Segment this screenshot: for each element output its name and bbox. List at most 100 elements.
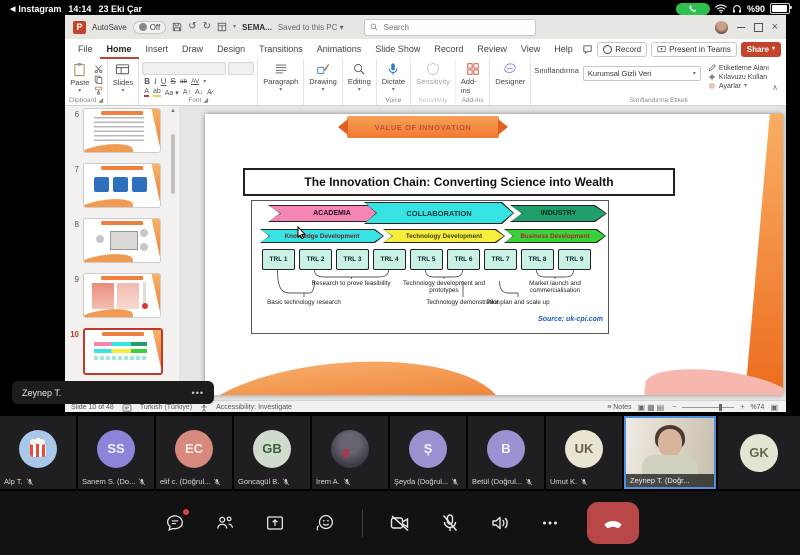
zoom-slider-thumb[interactable]	[719, 404, 722, 411]
tab-review[interactable]: Review	[470, 40, 514, 59]
classification-select[interactable]: Kurumsal Gizli Veri▾	[583, 66, 701, 81]
font-size-select[interactable]	[228, 62, 254, 75]
active-call-pill[interactable]	[676, 3, 710, 15]
notes-toggle[interactable]: ≡ Notes	[607, 404, 631, 411]
use-guide-button[interactable]: Kılavuzu Kullan	[708, 73, 769, 81]
minimize-button[interactable]	[737, 27, 745, 28]
tab-insert[interactable]: Insert	[139, 40, 176, 59]
editing-button[interactable]: Editing▾	[346, 62, 373, 93]
dictate-button[interactable]: Dictate▾	[380, 62, 407, 93]
saved-status[interactable]: Saved to this PC ▾	[278, 23, 344, 32]
document-title[interactable]: SEMA...	[242, 23, 272, 32]
search-input[interactable]	[382, 22, 506, 33]
subscript-button[interactable]: ab	[180, 78, 187, 85]
participant-tile[interactable]: B Betül (Doğrul...	[468, 416, 544, 489]
thumbnail-slide-6[interactable]: 6	[69, 108, 161, 153]
presenter-more-icon[interactable]: •••	[192, 388, 204, 398]
zoom-in-button[interactable]: +	[740, 404, 744, 411]
copy-icon[interactable]	[94, 75, 103, 84]
tab-animations[interactable]: Animations	[310, 40, 369, 59]
slides-button[interactable]: Slides▾	[111, 62, 135, 94]
participant-tile[interactable]: UK Umut K.	[546, 416, 622, 489]
italic-button[interactable]: I	[154, 77, 157, 86]
save-icon[interactable]	[172, 22, 182, 32]
zoom-slider[interactable]	[682, 407, 734, 408]
record-button[interactable]: Record	[597, 42, 647, 57]
participant-tile[interactable]: İrem A.	[312, 416, 388, 489]
tab-view[interactable]: View	[514, 40, 547, 59]
format-painter-icon[interactable]	[94, 86, 103, 95]
undo-icon[interactable]: ↺	[188, 22, 196, 32]
speaker-button[interactable]	[487, 510, 513, 536]
account-avatar[interactable]	[715, 21, 728, 34]
tab-file[interactable]: File	[71, 40, 100, 59]
restore-button[interactable]	[754, 23, 763, 32]
autosave-toggle[interactable]: Off	[133, 21, 167, 34]
paste-button[interactable]: Paste▾	[68, 62, 91, 94]
participant-tile-active-speaker[interactable]: Zeynep T. (Doğr...	[624, 416, 716, 489]
tab-record[interactable]: Record	[427, 40, 470, 59]
tab-transitions[interactable]: Transitions	[252, 40, 310, 59]
mic-off-button[interactable]	[437, 510, 463, 536]
fit-slide-icon[interactable]: ▣	[770, 403, 780, 412]
sensitivity-button[interactable]: Sensitivity	[414, 62, 452, 86]
font-more-caret-icon[interactable]: ▾	[203, 79, 206, 85]
more-options-button[interactable]	[537, 510, 563, 536]
font-name-select[interactable]	[142, 62, 226, 75]
decrease-font-button[interactable]: A↓	[195, 89, 203, 96]
back-to-app-button[interactable]: ◀ Instagram	[10, 4, 61, 14]
underline-button[interactable]: U	[161, 77, 167, 86]
quick-access-caret-icon[interactable]: ▾	[233, 24, 236, 30]
end-call-button[interactable]	[587, 502, 639, 544]
language-status[interactable]: Turkish (Türkiye)	[140, 404, 192, 411]
thumbnail-slide-10[interactable]: 10	[69, 328, 163, 375]
presenter-name-pill[interactable]: Zeynep T. •••	[12, 381, 214, 404]
bold-button[interactable]: B	[144, 77, 150, 86]
accessibility-status[interactable]: Accessibility: Investigate	[216, 404, 292, 411]
clear-format-button[interactable]: A̷	[207, 89, 212, 96]
zoom-out-button[interactable]: −	[672, 404, 676, 411]
designer-button[interactable]: Designer	[493, 62, 527, 86]
thumbnail-scrollbar[interactable]: ▲ ▼	[168, 106, 178, 400]
close-button[interactable]: ×	[772, 21, 778, 33]
addins-button[interactable]: Add-ins	[459, 62, 486, 95]
reactions-button[interactable]	[312, 510, 338, 536]
slide-counter[interactable]: Slide 10 of 48	[71, 404, 114, 411]
paragraph-button[interactable]: Paragraph▾	[261, 62, 300, 93]
scroll-up-icon[interactable]: ▲	[170, 108, 176, 114]
thumbnail-slide-7[interactable]: 7	[69, 163, 161, 208]
share-screen-button[interactable]	[262, 510, 288, 536]
tab-design[interactable]: Design	[210, 40, 252, 59]
participant-tile[interactable]: GB Goncagül B.	[234, 416, 310, 489]
participant-tile[interactable]: Alp T.	[0, 416, 76, 489]
participant-tile[interactable]: EC elif c. (Doğrul...	[156, 416, 232, 489]
tab-draw[interactable]: Draw	[175, 40, 210, 59]
tab-home[interactable]: Home	[100, 40, 139, 59]
participant-tile[interactable]: Ş Şeyda (Doğrul...	[390, 416, 466, 489]
redo-icon[interactable]: ↻	[203, 22, 211, 32]
participant-tile[interactable]: SS Sanem S. (Do...	[78, 416, 154, 489]
comments-icon[interactable]	[582, 44, 593, 55]
drawing-button[interactable]: Drawing▾	[307, 62, 339, 93]
increase-font-button[interactable]: A↑	[183, 89, 191, 96]
settings-button[interactable]: Ayarlar ▾	[708, 82, 769, 90]
labeling-area-button[interactable]: Etiketleme Alanı	[708, 64, 769, 72]
search-box[interactable]	[364, 19, 536, 36]
collapse-ribbon-icon[interactable]: ∧	[772, 83, 783, 95]
participants-button[interactable]	[212, 510, 238, 536]
tab-slide-show[interactable]: Slide Show	[368, 40, 427, 59]
character-spacing-button[interactable]: AV	[191, 78, 199, 85]
cut-icon[interactable]	[94, 64, 103, 73]
zoom-percent[interactable]: %74	[750, 404, 764, 411]
quick-access-icon[interactable]	[217, 22, 227, 32]
tab-help[interactable]: Help	[547, 40, 580, 59]
scrollbar-thumb[interactable]	[171, 134, 175, 194]
chat-button[interactable]	[162, 510, 188, 536]
camera-off-button[interactable]	[387, 510, 413, 536]
thumbnail-slide-8[interactable]: 8	[69, 218, 161, 263]
present-in-teams-button[interactable]: Present in Teams	[651, 42, 737, 57]
view-buttons[interactable]: ▣▦▤	[638, 403, 667, 412]
share-button[interactable]: Share▾	[741, 42, 781, 57]
participant-tile[interactable]: GK	[718, 416, 800, 489]
thumbnail-slide-9[interactable]: 9	[69, 273, 161, 318]
